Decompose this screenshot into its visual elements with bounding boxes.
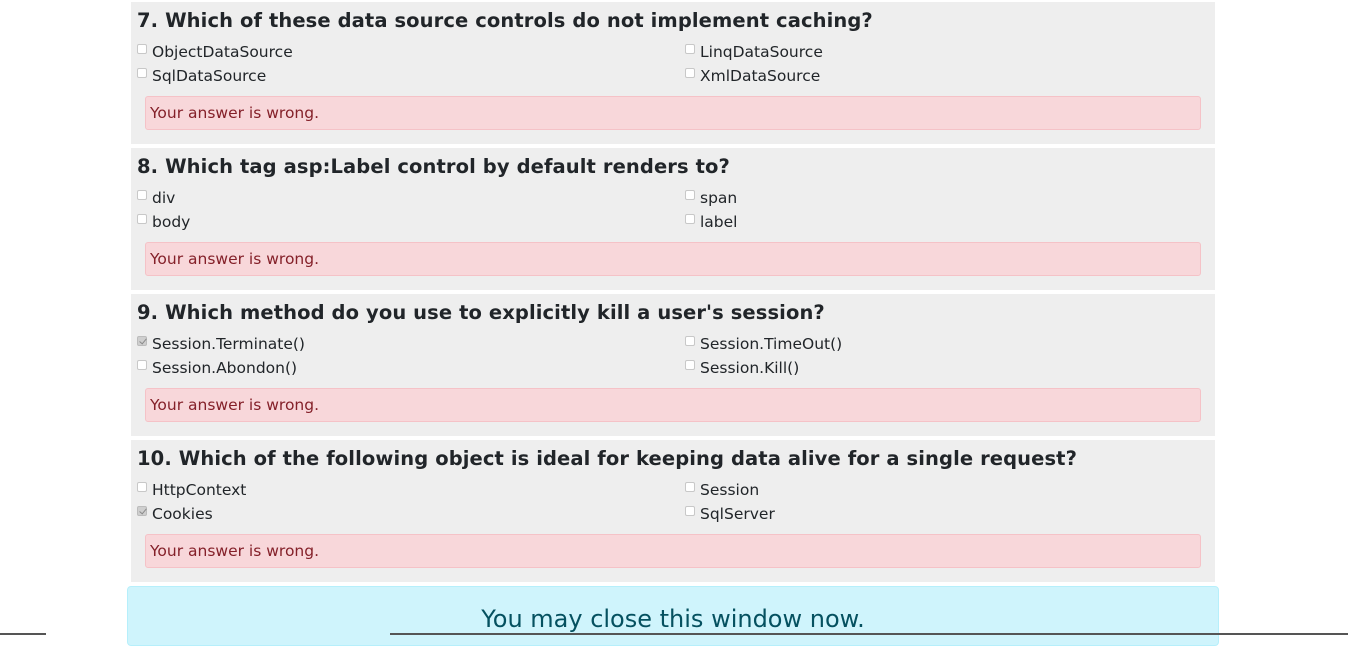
option-label: SqlDataSource (152, 67, 267, 85)
option-sqlserver[interactable]: SqlServer (685, 505, 775, 523)
checkbox[interactable] (685, 336, 695, 346)
option-linqdatasource[interactable]: LinqDataSource (685, 43, 823, 61)
option-label-tag[interactable]: label (685, 213, 738, 231)
checkbox[interactable] (137, 190, 147, 200)
checkbox[interactable] (137, 214, 147, 224)
option-session-terminate[interactable]: Session.Terminate() (137, 335, 305, 353)
close-window-message: You may close this window now. (481, 605, 865, 633)
question-title: 10. Which of the following object is ide… (137, 447, 1078, 470)
option-body[interactable]: body (137, 213, 190, 231)
option-label: XmlDataSource (700, 67, 821, 85)
quiz-results: 7. Which of these data source controls d… (131, 2, 1215, 586)
option-label: label (700, 213, 738, 231)
checkbox[interactable] (685, 506, 695, 516)
wrong-answer-alert: Your answer is wrong. (145, 534, 1201, 568)
question-title: 9. Which method do you use to explicitly… (137, 301, 825, 324)
option-session-abondon[interactable]: Session.Abondon() (137, 359, 297, 377)
option-label: Session.Kill() (700, 359, 800, 377)
option-label: Cookies (152, 505, 213, 523)
checkbox[interactable] (685, 482, 695, 492)
checkbox[interactable] (685, 214, 695, 224)
question-title: 7. Which of these data source controls d… (137, 9, 873, 32)
option-label: div (152, 189, 176, 207)
checkbox[interactable] (137, 360, 147, 370)
wrong-answer-alert: Your answer is wrong. (145, 96, 1201, 130)
checkbox[interactable] (685, 360, 695, 370)
checkbox[interactable] (137, 482, 147, 492)
option-span[interactable]: span (685, 189, 737, 207)
option-label: ObjectDataSource (152, 43, 293, 61)
checkbox[interactable] (137, 44, 147, 54)
wrong-answer-alert: Your answer is wrong. (145, 242, 1201, 276)
question-10: 10. Which of the following object is ide… (131, 440, 1215, 582)
checkbox[interactable] (685, 44, 695, 54)
option-label: span (700, 189, 738, 207)
checkbox[interactable] (685, 68, 695, 78)
option-label: HttpContext (152, 481, 247, 499)
option-label: Session.TimeOut() (700, 335, 843, 353)
close-window-notice: You may close this window now. (127, 586, 1219, 646)
option-session-timeout[interactable]: Session.TimeOut() (685, 335, 842, 353)
option-session-kill[interactable]: Session.Kill() (685, 359, 799, 377)
option-label: SqlServer (700, 505, 775, 523)
checkbox[interactable] (137, 506, 147, 516)
checkbox[interactable] (685, 190, 695, 200)
option-cookies[interactable]: Cookies (137, 505, 213, 523)
question-8: 8. Which tag asp:Label control by defaul… (131, 148, 1215, 290)
option-label: LinqDataSource (700, 43, 823, 61)
wrong-answer-alert: Your answer is wrong. (145, 388, 1201, 422)
checkbox[interactable] (137, 336, 147, 346)
option-xmldatasource[interactable]: XmlDataSource (685, 67, 820, 85)
option-httpcontext[interactable]: HttpContext (137, 481, 246, 499)
question-9: 9. Which method do you use to explicitly… (131, 294, 1215, 436)
question-7: 7. Which of these data source controls d… (131, 2, 1215, 144)
option-label: Session.Abondon() (152, 359, 298, 377)
option-label: body (152, 213, 191, 231)
option-div[interactable]: div (137, 189, 175, 207)
option-session[interactable]: Session (685, 481, 759, 499)
option-objectdatasource[interactable]: ObjectDataSource (137, 43, 293, 61)
checkbox[interactable] (137, 68, 147, 78)
question-title: 8. Which tag asp:Label control by defaul… (137, 155, 730, 178)
option-label: Session (700, 481, 760, 499)
option-sqldatasource[interactable]: SqlDataSource (137, 67, 266, 85)
option-label: Session.Terminate() (152, 335, 305, 353)
